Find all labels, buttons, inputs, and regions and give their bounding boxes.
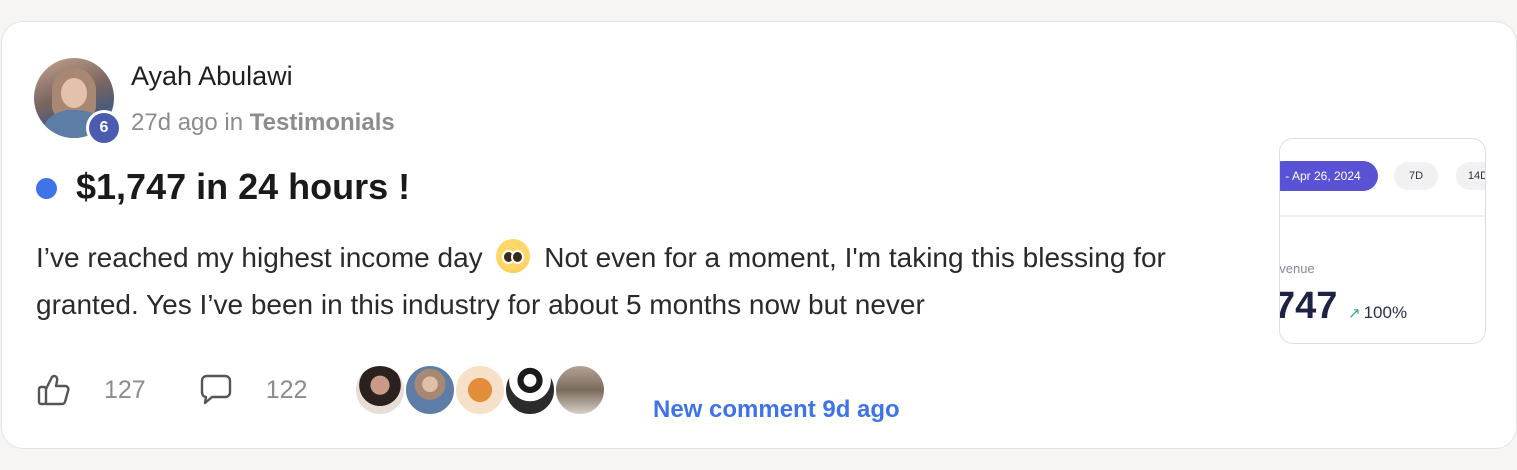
thumbnail-toolbar: - Apr 26, 2024 7D 14D bbox=[1280, 139, 1485, 217]
revenue-label: evenue bbox=[1279, 261, 1315, 276]
commenter-avatar[interactable] bbox=[454, 364, 506, 416]
post-title[interactable]: $1,747 in 24 hours ! bbox=[76, 166, 410, 208]
comment-button[interactable]: 122 bbox=[198, 372, 308, 408]
revenue-change-value: 100% bbox=[1363, 303, 1408, 322]
like-count: 127 bbox=[104, 375, 146, 404]
comment-count: 122 bbox=[265, 375, 308, 404]
pleading-face-emoji bbox=[496, 239, 531, 273]
revenue-change: ↗ 100% bbox=[1348, 303, 1407, 323]
post-body[interactable]: I’ve reached my highest income day Not e… bbox=[36, 234, 1236, 328]
level-badge: 6 bbox=[86, 110, 122, 146]
post-card[interactable]: 6 Ayah Abulawi 27d ago in Testimonials $… bbox=[1, 21, 1517, 449]
time-ago: 27d ago in bbox=[131, 109, 244, 136]
avatar-face bbox=[61, 78, 87, 108]
post-actions: 127 122 bbox=[36, 370, 307, 410]
trend-up-icon: ↗ bbox=[1348, 305, 1361, 322]
author-name[interactable]: Ayah Abulawi bbox=[131, 61, 293, 92]
date-range-pill: - Apr 26, 2024 bbox=[1280, 161, 1378, 191]
speech-bubble-icon[interactable] bbox=[198, 372, 234, 408]
range-14d-pill: 14D bbox=[1456, 162, 1485, 190]
commenter-avatar[interactable] bbox=[554, 364, 606, 416]
commenter-avatar[interactable] bbox=[404, 364, 456, 416]
post-meta: 27d ago in Testimonials bbox=[131, 109, 395, 137]
post-image-thumbnail[interactable]: - Apr 26, 2024 7D 14D evenue 747 ↗100% bbox=[1279, 138, 1486, 344]
unread-dot bbox=[36, 178, 57, 199]
commenter-avatar[interactable] bbox=[504, 364, 556, 416]
commenter-avatars[interactable] bbox=[354, 364, 606, 416]
commenter-avatar[interactable] bbox=[354, 364, 406, 416]
revenue-value: 747 bbox=[1279, 285, 1338, 327]
thumbs-up-icon[interactable] bbox=[36, 372, 72, 408]
new-comment-link[interactable]: New comment 9d ago bbox=[653, 396, 900, 424]
range-7d-pill: 7D bbox=[1394, 162, 1438, 190]
post-body-start: I’ve reached my highest income day bbox=[36, 242, 483, 273]
category-link[interactable]: Testimonials bbox=[250, 109, 395, 136]
